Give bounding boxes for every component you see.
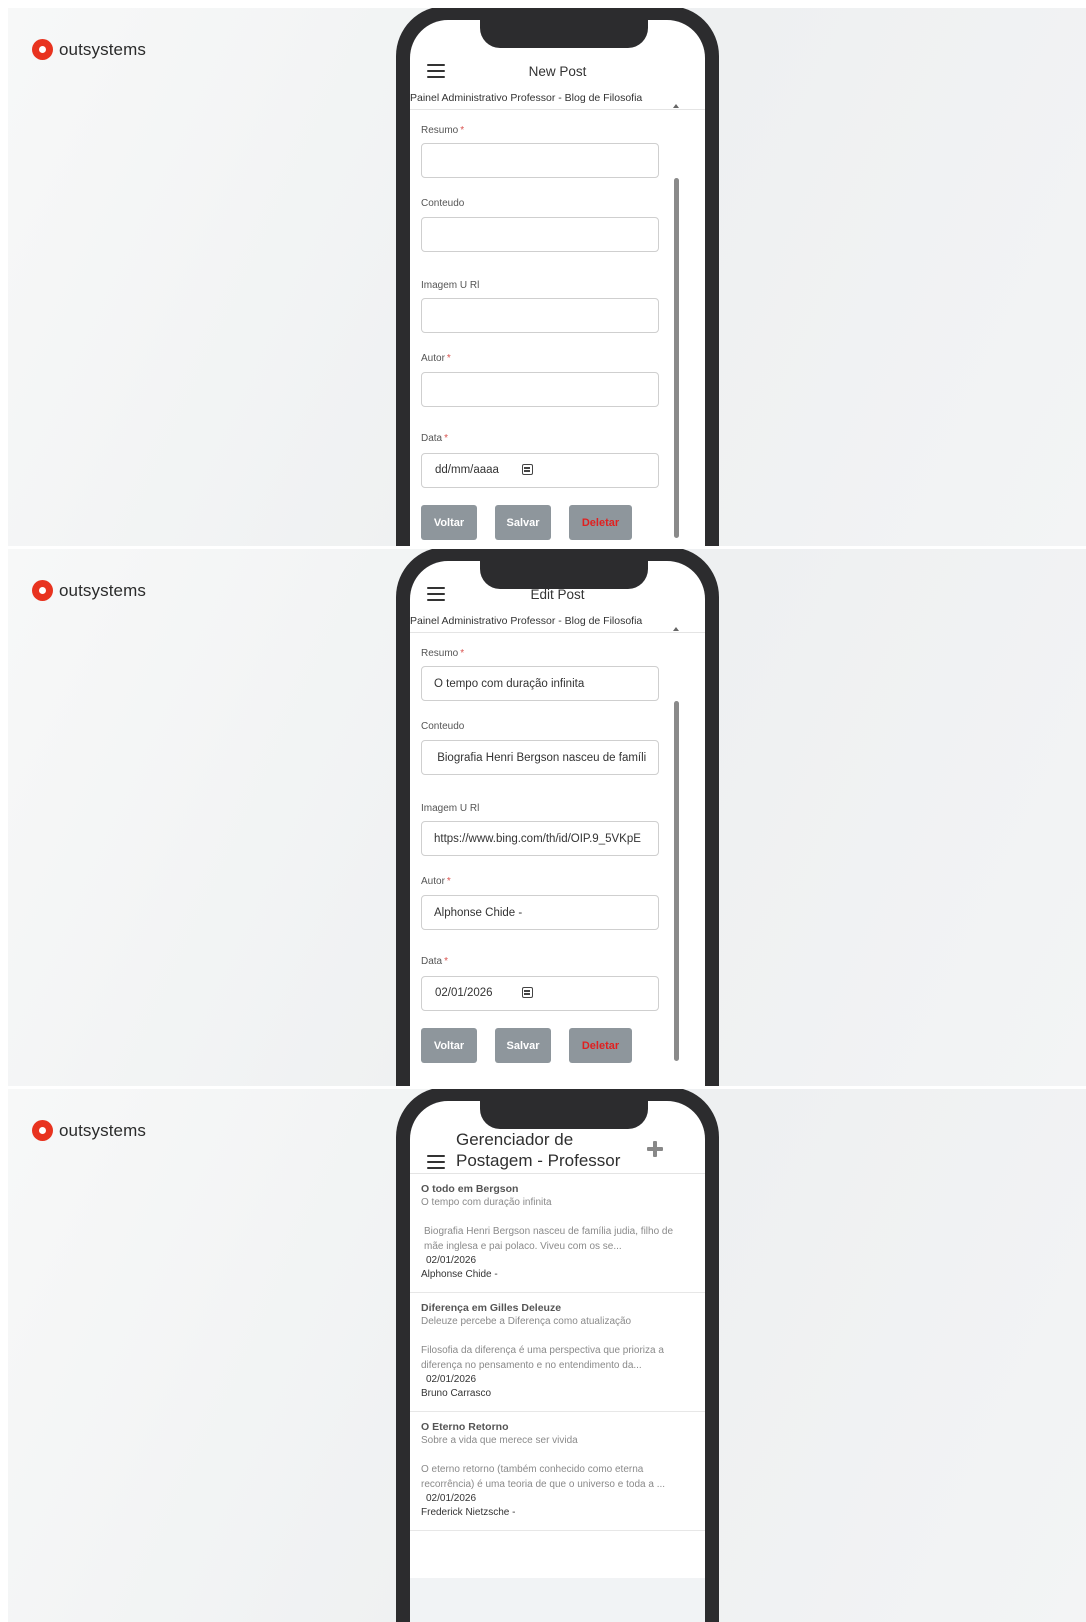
edit-post-panel: outsystems Edit Post Painel Administrati… <box>8 549 1086 1086</box>
data-label: Data * <box>421 433 449 444</box>
calendar-icon[interactable] <box>522 464 533 475</box>
outsystems-logo-icon <box>32 39 53 60</box>
imagem-url-input[interactable] <box>421 821 659 856</box>
header-divider <box>410 632 705 633</box>
resumo-label: Resumo * <box>421 648 465 659</box>
page-title: New Post <box>528 64 587 79</box>
voltar-button[interactable]: Voltar <box>421 505 477 540</box>
imagem-url-label: Imagem U Rl <box>421 803 480 814</box>
post-content: O eterno retorno (também conhecido como … <box>421 1464 666 1490</box>
list-empty-area <box>410 1578 705 1622</box>
post-summary: Sobre a vida que merece ser vivida <box>421 1435 578 1446</box>
outsystems-logo: outsystems <box>32 580 146 601</box>
post-summary: Deleuze percebe a Diferença como atualiz… <box>421 1316 632 1327</box>
phone-screen: Edit Post Painel Administrativo Professo… <box>410 561 705 1086</box>
deletar-button[interactable]: Deletar <box>569 505 632 540</box>
resumo-input[interactable] <box>421 143 659 178</box>
post-date: 02/01/2026 <box>426 1255 477 1266</box>
conteudo-input[interactable] <box>421 740 659 775</box>
menu-icon[interactable] <box>427 1155 445 1169</box>
date-placeholder: dd/mm/aaaa <box>435 464 499 476</box>
app-subtitle: Painel Administrativo Professor - Blog d… <box>410 615 643 627</box>
post-date: 02/01/2026 <box>426 1374 477 1385</box>
date-value: 02/01/2026 <box>435 987 493 999</box>
post-title: O todo em Bergson <box>421 1183 519 1195</box>
phone-frame: New Post Painel Administrativo Professor… <box>396 8 719 546</box>
post-author: Bruno Carrasco <box>421 1388 492 1399</box>
salvar-button[interactable]: Salvar <box>495 1028 551 1063</box>
post-item[interactable]: Diferença em Gilles Deleuze Deleuze perc… <box>410 1293 705 1412</box>
conteudo-input[interactable] <box>421 217 659 252</box>
brand-name: outsystems <box>59 580 146 600</box>
voltar-button[interactable]: Voltar <box>421 1028 477 1063</box>
date-input[interactable]: 02/01/2026 <box>421 976 659 1011</box>
phone-frame: Gerenciador de Postagem - Professor O to… <box>396 1089 719 1622</box>
form-scrollbar[interactable] <box>672 625 681 1065</box>
post-item[interactable]: O Eterno Retorno Sobre a vida que merece… <box>410 1412 705 1531</box>
phone-notch <box>480 1101 648 1129</box>
post-item[interactable]: O todo em Bergson O tempo com duração in… <box>410 1174 705 1293</box>
phone-notch <box>480 20 648 48</box>
conteudo-label: Conteudo <box>421 198 465 209</box>
app-subtitle: Painel Administrativo Professor - Blog d… <box>410 92 643 104</box>
plus-icon[interactable] <box>647 1141 663 1157</box>
post-title: Diferença em Gilles Deleuze <box>421 1302 562 1314</box>
brand-name: outsystems <box>59 39 146 59</box>
autor-input[interactable] <box>421 372 659 407</box>
outsystems-logo: outsystems <box>32 1120 146 1141</box>
post-summary: O tempo com duração infinita <box>421 1197 552 1208</box>
salvar-button[interactable]: Salvar <box>495 505 551 540</box>
resumo-label: Resumo * <box>421 125 465 136</box>
post-content: Biografia Henri Bergson nasceu de famíli… <box>424 1226 674 1252</box>
scroll-thumb[interactable] <box>674 701 679 1061</box>
post-date: 02/01/2026 <box>426 1493 477 1504</box>
new-post-panel: outsystems New Post Painel Administrativ… <box>8 8 1086 546</box>
outsystems-logo-icon <box>32 1120 53 1141</box>
brand-name: outsystems <box>59 1120 146 1140</box>
scroll-thumb[interactable] <box>674 178 679 538</box>
date-input[interactable]: dd/mm/aaaa <box>421 453 659 488</box>
scroll-up-arrow-icon[interactable] <box>673 627 679 631</box>
scroll-up-arrow-icon[interactable] <box>673 104 679 108</box>
deletar-button[interactable]: Deletar <box>569 1028 632 1063</box>
outsystems-logo: outsystems <box>32 39 146 60</box>
page-title: Edit Post <box>530 587 585 602</box>
phone-notch <box>480 561 648 589</box>
resumo-input[interactable] <box>421 666 659 701</box>
data-label: Data * <box>421 956 449 967</box>
outsystems-logo-icon <box>32 580 53 601</box>
post-title: O Eterno Retorno <box>421 1421 509 1433</box>
post-list: O todo em Bergson O tempo com duração in… <box>410 1174 705 1531</box>
post-author: Frederick Nietzsche - <box>421 1507 516 1518</box>
conteudo-label: Conteudo <box>421 721 465 732</box>
calendar-icon[interactable] <box>522 987 533 998</box>
phone-frame: Edit Post Painel Administrativo Professo… <box>396 549 719 1086</box>
phone-screen: Gerenciador de Postagem - Professor O to… <box>410 1101 705 1622</box>
imagem-url-input[interactable] <box>421 298 659 333</box>
imagem-url-label: Imagem U Rl <box>421 280 480 291</box>
autor-label: Autor * <box>421 876 451 887</box>
form-scrollbar[interactable] <box>672 102 681 542</box>
autor-input[interactable] <box>421 895 659 930</box>
post-manager-panel: outsystems Gerenciador de Postagem - Pro… <box>8 1089 1086 1622</box>
autor-label: Autor * <box>421 353 451 364</box>
page-title: Gerenciador de Postagem - Professor <box>456 1130 621 1170</box>
post-content: Filosofia da diferença é uma perspectiva… <box>421 1345 664 1371</box>
header-divider <box>410 109 705 110</box>
post-author: Alphonse Chide - <box>421 1269 498 1280</box>
phone-screen: New Post Painel Administrativo Professor… <box>410 20 705 546</box>
